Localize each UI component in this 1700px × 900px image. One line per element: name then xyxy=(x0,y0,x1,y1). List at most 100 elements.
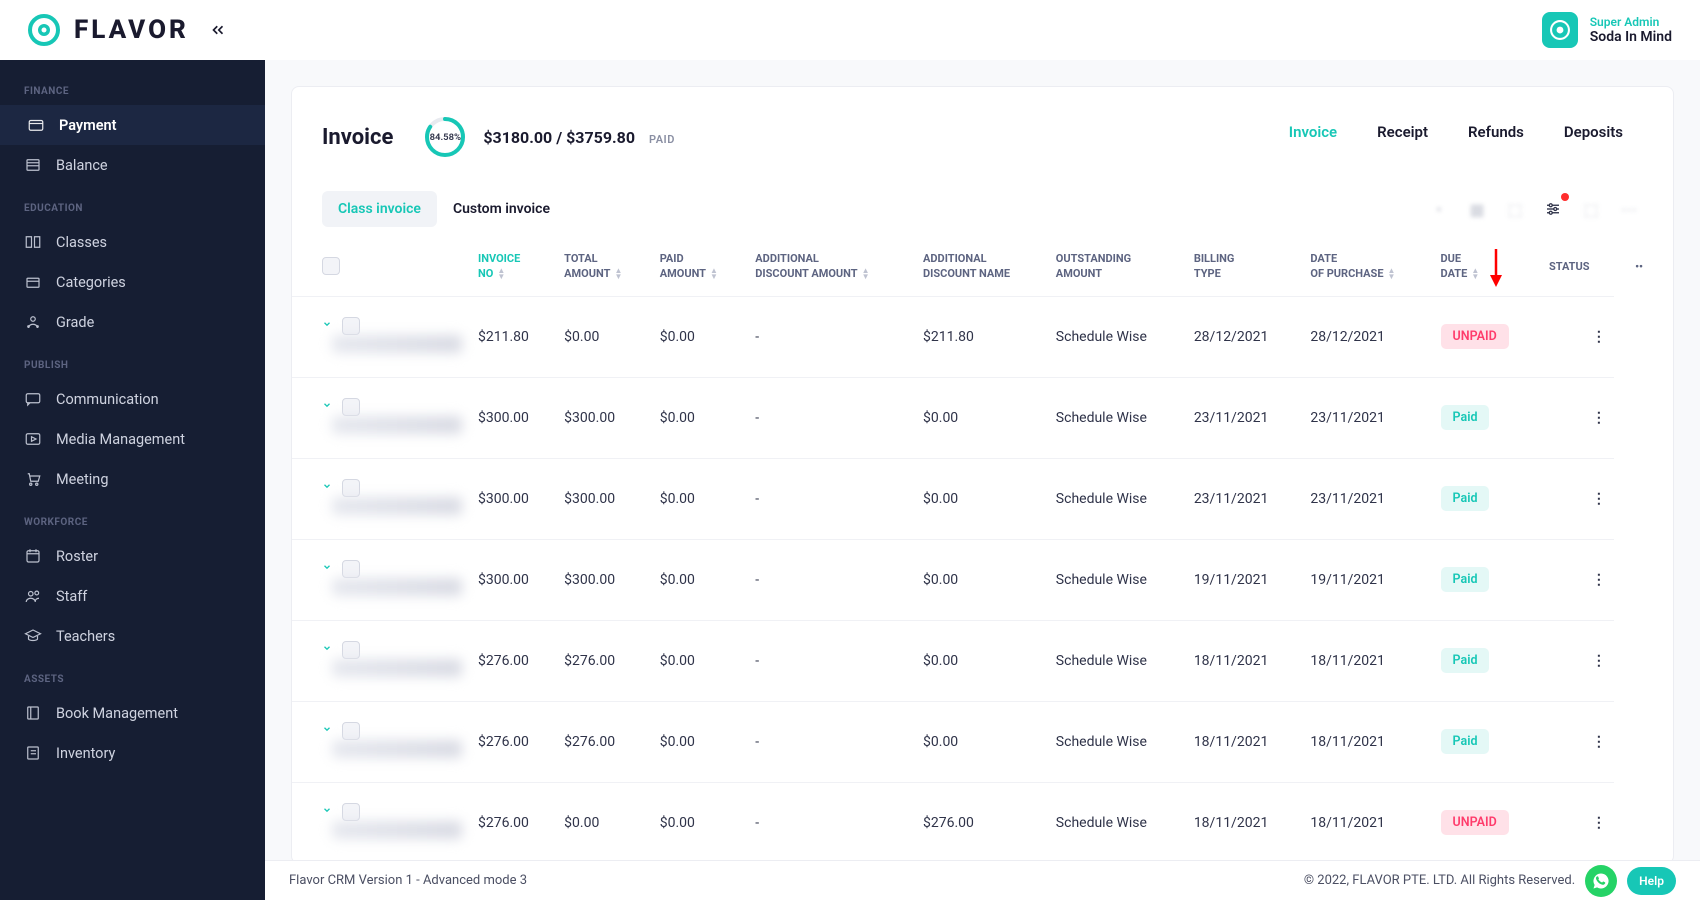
brand-logo-icon xyxy=(28,14,60,46)
status-badge: UNPAID xyxy=(1441,810,1509,835)
sidebar-item-payment[interactable]: Payment xyxy=(0,105,265,145)
expand-row-button[interactable] xyxy=(322,400,332,410)
cell-disc-name: - xyxy=(747,377,915,458)
col-outstanding amount[interactable]: OUTSTANDINGAMOUNT xyxy=(1048,237,1186,296)
progress-ring: 84.58% xyxy=(423,115,467,159)
expand-row-button[interactable] xyxy=(322,562,332,572)
cell-disc-name: - xyxy=(747,701,915,782)
select-all-checkbox[interactable] xyxy=(322,257,340,275)
col-billing type[interactable]: BILLINGTYPE xyxy=(1186,237,1303,296)
tool-icon-5[interactable]: ⬚ xyxy=(1577,195,1605,223)
cell-outstanding: $276.00 xyxy=(915,782,1048,863)
row-actions-button[interactable]: ⋮ xyxy=(1541,296,1614,377)
sidebar-item-media management[interactable]: Media Management xyxy=(0,419,265,459)
col-additional discount name[interactable]: ADDITIONALDISCOUNT NAME xyxy=(915,237,1048,296)
tab-receipt[interactable]: Receipt xyxy=(1357,111,1448,163)
subtab-class invoice[interactable]: Class invoice xyxy=(322,191,437,227)
cell-total: $276.00 xyxy=(470,782,556,863)
sidebar-item-categories[interactable]: Categories xyxy=(0,262,265,302)
cell-outstanding: $0.00 xyxy=(915,539,1048,620)
cell-billing-type: Schedule Wise xyxy=(1048,620,1186,701)
cell-disc-name: - xyxy=(747,782,915,863)
profile-avatar-icon xyxy=(1542,12,1578,48)
expand-row-button[interactable] xyxy=(322,319,332,329)
cell-due: 18/11/2021 xyxy=(1302,701,1432,782)
cell-dop: 18/11/2021 xyxy=(1186,782,1303,863)
page-title: Invoice xyxy=(322,125,393,150)
col-status[interactable]: STATUS xyxy=(1541,237,1614,296)
cell-paid: $0.00 xyxy=(556,782,652,863)
section-label: FINANCE xyxy=(0,68,265,105)
inv-icon xyxy=(24,744,42,762)
sidebar-item-label: Meeting xyxy=(56,471,108,488)
whatsapp-button[interactable] xyxy=(1585,865,1617,897)
tab-deposits[interactable]: Deposits xyxy=(1544,111,1643,163)
footer-version: Flavor CRM Version 1 - Advanced mode 3 xyxy=(289,873,527,888)
col-date of purchase[interactable]: DATEOF PURCHASE▲▼ xyxy=(1302,237,1432,296)
sidebar-item-label: Classes xyxy=(56,234,107,251)
cell-dop: 18/11/2021 xyxy=(1186,701,1303,782)
row-actions-button[interactable]: ⋮ xyxy=(1541,539,1614,620)
cell-outstanding: $0.00 xyxy=(915,458,1048,539)
subtab-custom invoice[interactable]: Custom invoice xyxy=(437,191,566,227)
progress-amounts: $3180.00 / $3759.80 xyxy=(483,128,635,147)
tool-icon-2[interactable]: ▦ xyxy=(1463,195,1491,223)
sidebar-item-book management[interactable]: Book Management xyxy=(0,693,265,733)
row-actions-button[interactable]: ⋮ xyxy=(1541,377,1614,458)
row-checkbox[interactable] xyxy=(342,560,360,578)
paid-label: PAID xyxy=(649,133,675,146)
table-row: $300.00 $300.00 $0.00 - $0.00 Schedule W… xyxy=(292,539,1673,620)
chat-icon xyxy=(24,390,42,408)
row-actions-button[interactable]: ⋮ xyxy=(1541,782,1614,863)
sidebar-item-classes[interactable]: Classes xyxy=(0,222,265,262)
progress-percent: 84.58% xyxy=(423,115,467,159)
row-checkbox[interactable] xyxy=(342,479,360,497)
cell-total: $211.80 xyxy=(470,296,556,377)
cell-paid: $276.00 xyxy=(556,701,652,782)
cell-billing-type: Schedule Wise xyxy=(1048,377,1186,458)
cell-disc-amt: $0.00 xyxy=(652,539,748,620)
row-checkbox[interactable] xyxy=(342,722,360,740)
col-total amount[interactable]: TOTALAMOUNT▲▼ xyxy=(556,237,652,296)
expand-row-button[interactable] xyxy=(322,643,332,653)
sidebar-collapse-button[interactable] xyxy=(209,21,227,39)
cell-due: 19/11/2021 xyxy=(1302,539,1432,620)
sidebar-item-roster[interactable]: Roster xyxy=(0,536,265,576)
expand-row-button[interactable] xyxy=(322,481,332,491)
sidebar-item-teachers[interactable]: Teachers xyxy=(0,616,265,656)
sidebar-item-balance[interactable]: Balance xyxy=(0,145,265,185)
row-checkbox[interactable] xyxy=(342,641,360,659)
cell-total: $276.00 xyxy=(470,620,556,701)
row-checkbox[interactable] xyxy=(342,803,360,821)
col-additional discount amount[interactable]: ADDITIONALDISCOUNT AMOUNT▲▼ xyxy=(747,237,915,296)
sidebar-item-grade[interactable]: Grade xyxy=(0,302,265,342)
tool-icon-6[interactable]: ⋯ xyxy=(1615,195,1643,223)
tab-refunds[interactable]: Refunds xyxy=(1448,111,1544,163)
row-actions-button[interactable]: ⋮ xyxy=(1541,458,1614,539)
profile-menu[interactable]: Super Admin Soda In Mind xyxy=(1542,12,1672,48)
tool-icon-3[interactable]: ⬚ xyxy=(1501,195,1529,223)
filter-icon[interactable] xyxy=(1539,195,1567,223)
cell-total: $276.00 xyxy=(470,701,556,782)
cell-paid: $0.00 xyxy=(556,296,652,377)
sidebar-item-communication[interactable]: Communication xyxy=(0,379,265,419)
row-actions-button[interactable]: ⋮ xyxy=(1541,620,1614,701)
row-checkbox[interactable] xyxy=(342,398,360,416)
help-button[interactable]: Help xyxy=(1627,867,1676,895)
sidebar-item-staff[interactable]: Staff xyxy=(0,576,265,616)
expand-row-button[interactable] xyxy=(322,805,332,815)
sidebar-item-inventory[interactable]: Inventory xyxy=(0,733,265,773)
tool-icon-1[interactable]: • xyxy=(1425,195,1453,223)
col-paid amount[interactable]: PAIDAMOUNT▲▼ xyxy=(652,237,748,296)
book-icon xyxy=(24,704,42,722)
expand-row-button[interactable] xyxy=(322,724,332,734)
tab-invoice[interactable]: Invoice xyxy=(1269,111,1357,163)
cell-billing-type: Schedule Wise xyxy=(1048,296,1186,377)
row-actions-button[interactable]: ⋮ xyxy=(1541,701,1614,782)
cell-total: $300.00 xyxy=(470,539,556,620)
cell-disc-amt: $0.00 xyxy=(652,377,748,458)
row-checkbox[interactable] xyxy=(342,317,360,335)
col-invoice no[interactable]: INVOICENO▲▼ xyxy=(470,237,556,296)
sidebar-item-label: Roster xyxy=(56,548,98,565)
sidebar-item-meeting[interactable]: Meeting xyxy=(0,459,265,499)
